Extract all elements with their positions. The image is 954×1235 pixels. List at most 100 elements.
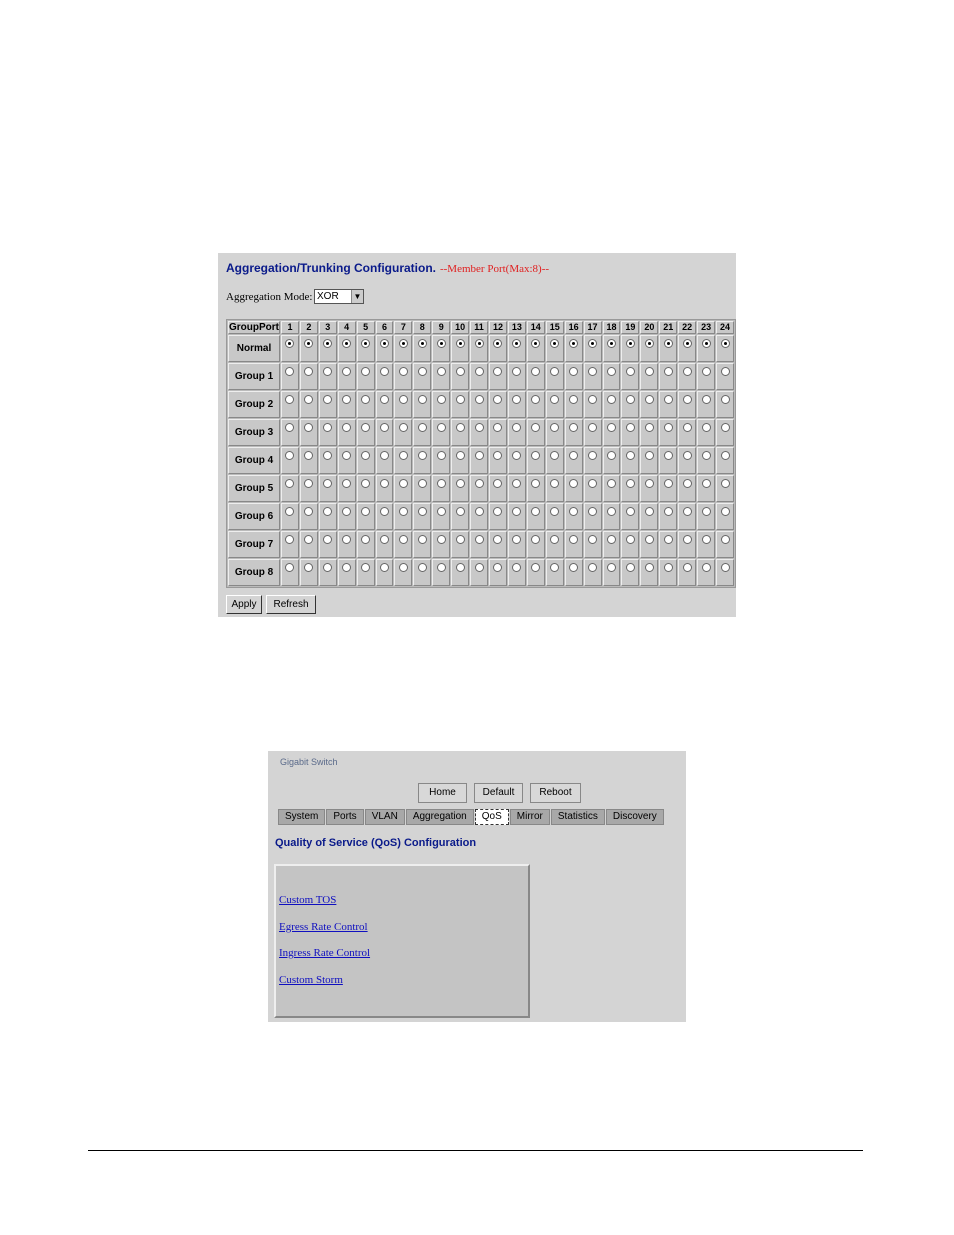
port-group-radio[interactable] bbox=[379, 507, 389, 516]
port-group-radio[interactable] bbox=[682, 535, 692, 544]
port-group-radio[interactable] bbox=[588, 479, 598, 488]
port-group-radio[interactable] bbox=[417, 507, 427, 516]
port-group-radio[interactable] bbox=[436, 507, 446, 516]
port-group-radio[interactable] bbox=[361, 423, 371, 432]
port-group-radio[interactable] bbox=[398, 535, 408, 544]
port-group-radio[interactable] bbox=[682, 395, 692, 404]
port-group-radio[interactable] bbox=[606, 395, 616, 404]
port-group-radio[interactable] bbox=[663, 367, 673, 376]
port-group-radio[interactable] bbox=[323, 563, 333, 572]
port-group-radio[interactable] bbox=[361, 451, 371, 460]
port-group-radio[interactable] bbox=[512, 339, 522, 348]
port-group-radio[interactable] bbox=[285, 507, 295, 516]
port-group-radio[interactable] bbox=[644, 507, 654, 516]
port-group-radio[interactable] bbox=[663, 507, 673, 516]
port-group-radio[interactable] bbox=[379, 367, 389, 376]
port-group-radio[interactable] bbox=[474, 423, 484, 432]
port-group-radio[interactable] bbox=[455, 451, 465, 460]
port-group-radio[interactable] bbox=[342, 451, 352, 460]
port-group-radio[interactable] bbox=[569, 535, 579, 544]
port-group-radio[interactable] bbox=[342, 423, 352, 432]
port-group-radio[interactable] bbox=[663, 423, 673, 432]
refresh-button[interactable]: Refresh bbox=[266, 595, 316, 614]
port-group-radio[interactable] bbox=[379, 535, 389, 544]
port-group-radio[interactable] bbox=[701, 339, 711, 348]
port-group-radio[interactable] bbox=[323, 451, 333, 460]
port-group-radio[interactable] bbox=[644, 339, 654, 348]
port-group-radio[interactable] bbox=[531, 479, 541, 488]
port-group-radio[interactable] bbox=[720, 339, 730, 348]
port-group-radio[interactable] bbox=[455, 395, 465, 404]
port-group-radio[interactable] bbox=[436, 339, 446, 348]
port-group-radio[interactable] bbox=[682, 563, 692, 572]
port-group-radio[interactable] bbox=[663, 479, 673, 488]
port-group-radio[interactable] bbox=[379, 451, 389, 460]
tab-qos[interactable]: QoS bbox=[474, 809, 509, 825]
port-group-radio[interactable] bbox=[323, 479, 333, 488]
port-group-radio[interactable] bbox=[304, 451, 314, 460]
port-group-radio[interactable] bbox=[361, 535, 371, 544]
port-group-radio[interactable] bbox=[379, 423, 389, 432]
port-group-radio[interactable] bbox=[436, 451, 446, 460]
port-group-radio[interactable] bbox=[398, 367, 408, 376]
port-group-radio[interactable] bbox=[361, 367, 371, 376]
port-group-radio[interactable] bbox=[474, 451, 484, 460]
port-group-radio[interactable] bbox=[588, 507, 598, 516]
port-group-radio[interactable] bbox=[361, 563, 371, 572]
port-group-radio[interactable] bbox=[323, 535, 333, 544]
port-group-radio[interactable] bbox=[455, 535, 465, 544]
port-group-radio[interactable] bbox=[682, 507, 692, 516]
port-group-radio[interactable] bbox=[361, 339, 371, 348]
tab-aggregation[interactable]: Aggregation bbox=[405, 809, 474, 825]
port-group-radio[interactable] bbox=[512, 535, 522, 544]
port-group-radio[interactable] bbox=[398, 423, 408, 432]
port-group-radio[interactable] bbox=[512, 451, 522, 460]
port-group-radio[interactable] bbox=[285, 479, 295, 488]
port-group-radio[interactable] bbox=[701, 535, 711, 544]
port-group-radio[interactable] bbox=[436, 563, 446, 572]
port-group-radio[interactable] bbox=[379, 395, 389, 404]
port-group-radio[interactable] bbox=[588, 423, 598, 432]
port-group-radio[interactable] bbox=[342, 367, 352, 376]
port-group-radio[interactable] bbox=[625, 535, 635, 544]
port-group-radio[interactable] bbox=[304, 507, 314, 516]
port-group-radio[interactable] bbox=[606, 367, 616, 376]
link-egress-rate-control[interactable]: Egress Rate Control bbox=[279, 921, 368, 933]
port-group-radio[interactable] bbox=[285, 423, 295, 432]
port-group-radio[interactable] bbox=[417, 339, 427, 348]
port-group-radio[interactable] bbox=[493, 535, 503, 544]
port-group-radio[interactable] bbox=[285, 367, 295, 376]
port-group-radio[interactable] bbox=[550, 367, 560, 376]
port-group-radio[interactable] bbox=[436, 423, 446, 432]
port-group-radio[interactable] bbox=[625, 479, 635, 488]
port-group-radio[interactable] bbox=[625, 451, 635, 460]
port-group-radio[interactable] bbox=[285, 395, 295, 404]
port-group-radio[interactable] bbox=[663, 563, 673, 572]
port-group-radio[interactable] bbox=[644, 367, 654, 376]
port-group-radio[interactable] bbox=[398, 451, 408, 460]
port-group-radio[interactable] bbox=[304, 367, 314, 376]
port-group-radio[interactable] bbox=[588, 367, 598, 376]
port-group-radio[interactable] bbox=[512, 367, 522, 376]
home-button[interactable]: Home bbox=[418, 783, 467, 803]
tab-statistics[interactable]: Statistics bbox=[550, 809, 605, 825]
port-group-radio[interactable] bbox=[720, 563, 730, 572]
port-group-radio[interactable] bbox=[304, 339, 314, 348]
port-group-radio[interactable] bbox=[701, 395, 711, 404]
port-group-radio[interactable] bbox=[512, 563, 522, 572]
port-group-radio[interactable] bbox=[625, 367, 635, 376]
port-group-radio[interactable] bbox=[342, 535, 352, 544]
port-group-radio[interactable] bbox=[550, 423, 560, 432]
port-group-radio[interactable] bbox=[550, 507, 560, 516]
port-group-radio[interactable] bbox=[379, 479, 389, 488]
port-group-radio[interactable] bbox=[720, 451, 730, 460]
port-group-radio[interactable] bbox=[493, 479, 503, 488]
port-group-radio[interactable] bbox=[398, 395, 408, 404]
port-group-radio[interactable] bbox=[531, 367, 541, 376]
port-group-radio[interactable] bbox=[417, 563, 427, 572]
port-group-radio[interactable] bbox=[663, 339, 673, 348]
port-group-radio[interactable] bbox=[606, 451, 616, 460]
port-group-radio[interactable] bbox=[569, 451, 579, 460]
port-group-radio[interactable] bbox=[569, 507, 579, 516]
port-group-radio[interactable] bbox=[701, 451, 711, 460]
